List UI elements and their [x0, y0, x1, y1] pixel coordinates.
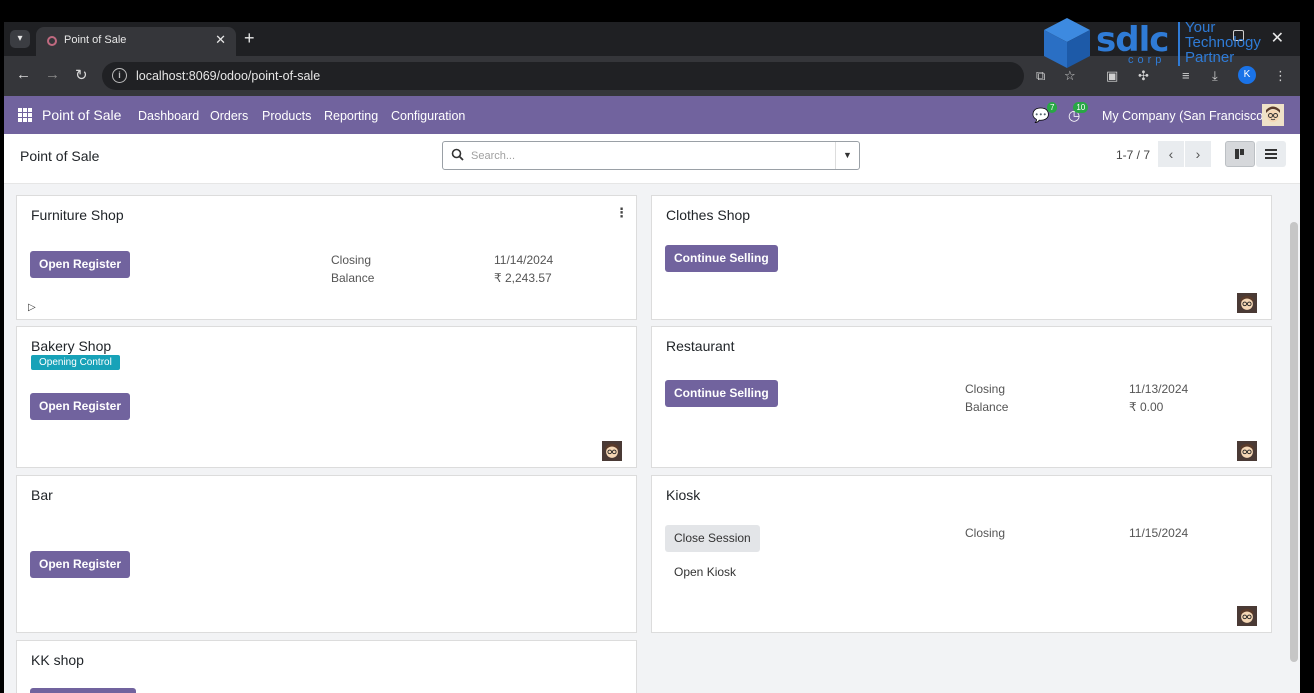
pos-card-bar: Bar Open Register — [16, 475, 637, 633]
kanban-view-button[interactable] — [1225, 141, 1255, 167]
pager-previous-icon[interactable]: ‹ — [1158, 141, 1184, 167]
status-badge: Opening Control — [31, 355, 120, 370]
continue-selling-button[interactable]: Continue Selling — [665, 245, 778, 272]
tab-search-button[interactable]: ▾ — [10, 30, 30, 48]
pos-card-furniture-shop: Furniture Shop ⋮ Open Register Closing 1… — [16, 195, 637, 320]
card-title: KK shop — [31, 652, 84, 668]
search-input[interactable] — [471, 147, 831, 165]
card-title: Kiosk — [666, 487, 701, 503]
menu-products[interactable]: Products — [262, 109, 311, 123]
search-options-toggle[interactable]: ▼ — [835, 142, 859, 169]
card-title: Furniture Shop — [31, 207, 124, 223]
card-title: Bar — [31, 487, 53, 503]
closing-label: Closing — [965, 526, 1006, 540]
open-register-button[interactable]: Open Register — [30, 251, 131, 278]
breadcrumb: Point of Sale — [20, 148, 100, 164]
pos-card-restaurant: Restaurant Continue Selling Closing 11/1… — [651, 326, 1272, 468]
company-switcher[interactable]: My Company (San Francisco) — [1102, 109, 1267, 123]
open-register-button[interactable]: Open Register — [30, 551, 131, 578]
card-title: Restaurant — [666, 338, 735, 354]
closing-label: Closing — [965, 382, 1006, 396]
pager-value[interactable]: 1-7 / 7 — [1116, 148, 1150, 162]
search-icon — [451, 148, 464, 161]
watermark-tagline: Your Technology Partner — [1185, 19, 1261, 66]
browser-tab[interactable]: Point of Sale ✕ — [36, 27, 236, 56]
list-icon — [1265, 149, 1277, 159]
app-brand[interactable]: Point of Sale — [42, 107, 121, 123]
messages-icon[interactable]: 💬 7 — [1032, 102, 1058, 124]
watermark-corp: corp — [1128, 54, 1166, 66]
pos-card-kiosk: Kiosk Close Session Open Kiosk Closing 1… — [651, 475, 1272, 633]
activities-badge: 10 — [1073, 102, 1089, 113]
card-options-icon[interactable]: ⋮ — [615, 205, 628, 221]
balance-value: ₹ 2,243.57 — [494, 271, 552, 285]
user-avatar[interactable] — [1262, 104, 1284, 126]
pager-next-icon[interactable]: › — [1185, 141, 1211, 167]
balance-label: Balance — [965, 400, 1009, 414]
forward-icon[interactable]: → — [45, 66, 60, 83]
pos-card-bakery-shop: Bakery Shop Opening Control Open Registe… — [16, 326, 637, 468]
menu-orders[interactable]: Orders — [210, 109, 248, 123]
pos-card-clothes-shop: Clothes Shop Continue Selling — [651, 195, 1272, 320]
card-title: Clothes Shop — [666, 207, 751, 223]
page-scrollbar[interactable] — [1288, 220, 1300, 668]
cube-logo-icon — [1044, 18, 1090, 68]
url-text[interactable]: localhost:8069/odoo/point-of-sale — [136, 69, 320, 83]
balance-label: Balance — [331, 271, 375, 285]
sdlc-watermark-logo: sdlc corp Your Technology Partner — [1040, 16, 1280, 72]
open-register-button[interactable]: Open Register — [30, 393, 131, 420]
kanban-view: Furniture Shop ⋮ Open Register Closing 1… — [4, 184, 1300, 693]
card-title: Bakery Shop — [31, 338, 112, 354]
closing-label: Closing — [331, 253, 372, 267]
reload-icon[interactable]: ↻ — [75, 66, 88, 84]
mouse-cursor-icon: ▷ — [28, 302, 36, 313]
menu-configuration[interactable]: Configuration — [391, 109, 465, 123]
messages-badge: 7 — [1046, 102, 1058, 113]
user-avatar — [1237, 293, 1257, 313]
address-bar[interactable]: i localhost:8069/odoo/point-of-sale — [102, 62, 1024, 90]
activities-icon[interactable]: ◷ 10 — [1068, 102, 1089, 124]
control-panel: Point of Sale ▼ 1-7 / 7 ‹ › — [4, 134, 1300, 184]
tab-title: Point of Sale — [64, 34, 127, 46]
menu-dashboard[interactable]: Dashboard — [138, 109, 199, 123]
screen: ▾ Point of Sale ✕ + ✕ ← → ↻ i localhost:… — [4, 22, 1300, 693]
user-avatar — [602, 441, 622, 461]
search-box[interactable]: ▼ — [442, 141, 860, 170]
user-avatar — [1237, 606, 1257, 626]
open-kiosk-link[interactable]: Open Kiosk — [674, 565, 736, 579]
user-avatar — [1237, 441, 1257, 461]
kanban-icon — [1235, 149, 1244, 159]
watermark-divider — [1178, 22, 1180, 66]
continue-selling-button[interactable]: Continue Selling — [665, 380, 778, 407]
tab-close-icon[interactable]: ✕ — [215, 32, 226, 48]
scrollbar-thumb[interactable] — [1290, 222, 1298, 662]
back-icon[interactable]: ← — [16, 66, 31, 83]
close-session-button[interactable]: Close Session — [665, 525, 760, 552]
odoo-navbar: Point of Sale Dashboard Orders Products … — [4, 96, 1300, 134]
closing-date: 11/15/2024 — [1129, 526, 1189, 540]
register-button[interactable] — [30, 688, 136, 693]
menu-reporting[interactable]: Reporting — [324, 109, 378, 123]
list-view-button[interactable] — [1256, 141, 1286, 167]
site-info-icon[interactable]: i — [112, 68, 127, 83]
odoo-favicon-icon — [47, 36, 57, 46]
apps-menu-icon[interactable] — [18, 108, 32, 122]
pos-card-kk-shop: KK shop — [16, 640, 637, 693]
closing-date: 11/14/2024 — [494, 253, 554, 267]
new-tab-icon[interactable]: + — [244, 28, 255, 49]
balance-value: ₹ 0.00 — [1129, 400, 1164, 414]
closing-date: 11/13/2024 — [1129, 382, 1189, 396]
